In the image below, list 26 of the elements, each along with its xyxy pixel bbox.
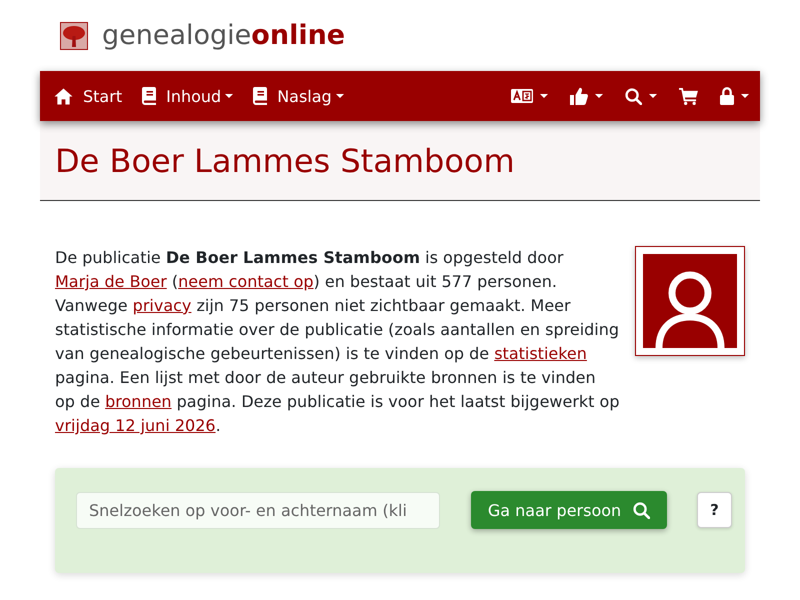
person-avatar-icon [635,246,745,356]
book-icon [253,87,268,105]
intro-paragraph: De publicatie De Boer Lammes Stamboom is opgesteld door Marja de Boer (neem contact op) en bestaat uit 577 personen. Vanwege privacy zijn 75 personen niet zichtbaar gemaakt. Meer statistische informatie over de publicatie (zoals aantallen en spreiding van genealogische gebeurtenissen) is te vinden op de statistieken pagina. Een lijst met door de auteur gebruikte bronnen is te vinden op de bronnen pagina. Deze publicatie is voor het laatst bijgewerkt op vrijdag 12 juni 2026. [55,247,620,437]
shopping-cart-icon [679,88,698,104]
search-field[interactable]: Snelzoeken op voor- en achternaam (kli [76,492,440,528]
site-name-link[interactable]: genealogieonline [102,20,346,51]
tree-logo-icon[interactable] [60,22,88,50]
search-icon [633,502,650,518]
nav-menu-item[interactable]: Inhoud [132,71,244,121]
text-link[interactable]: Marja de Boer [55,272,167,291]
text-link[interactable]: vrijdag 12 juni 2026 [55,416,216,435]
go-to-person-button[interactable]: Ga naar persoon [471,491,667,529]
book-icon [142,87,156,105]
thumbs-up-icon [570,87,588,105]
nav-menu-item[interactable]: Naslag [243,71,354,121]
search-icon [625,88,642,104]
text-link[interactable]: bronnen [105,392,172,411]
language-icon [511,89,533,103]
text-link[interactable]: neem contact op [178,272,314,291]
help-button[interactable]: ? [697,492,732,528]
page-title: De Boer Lammes Stamboom [55,142,515,180]
home-icon [54,88,73,104]
text-link[interactable]: privacy [132,296,192,315]
text-link[interactable]: statistieken [494,344,587,363]
nav-menu-item[interactable]: Start [44,71,132,121]
lock-icon [720,87,734,105]
